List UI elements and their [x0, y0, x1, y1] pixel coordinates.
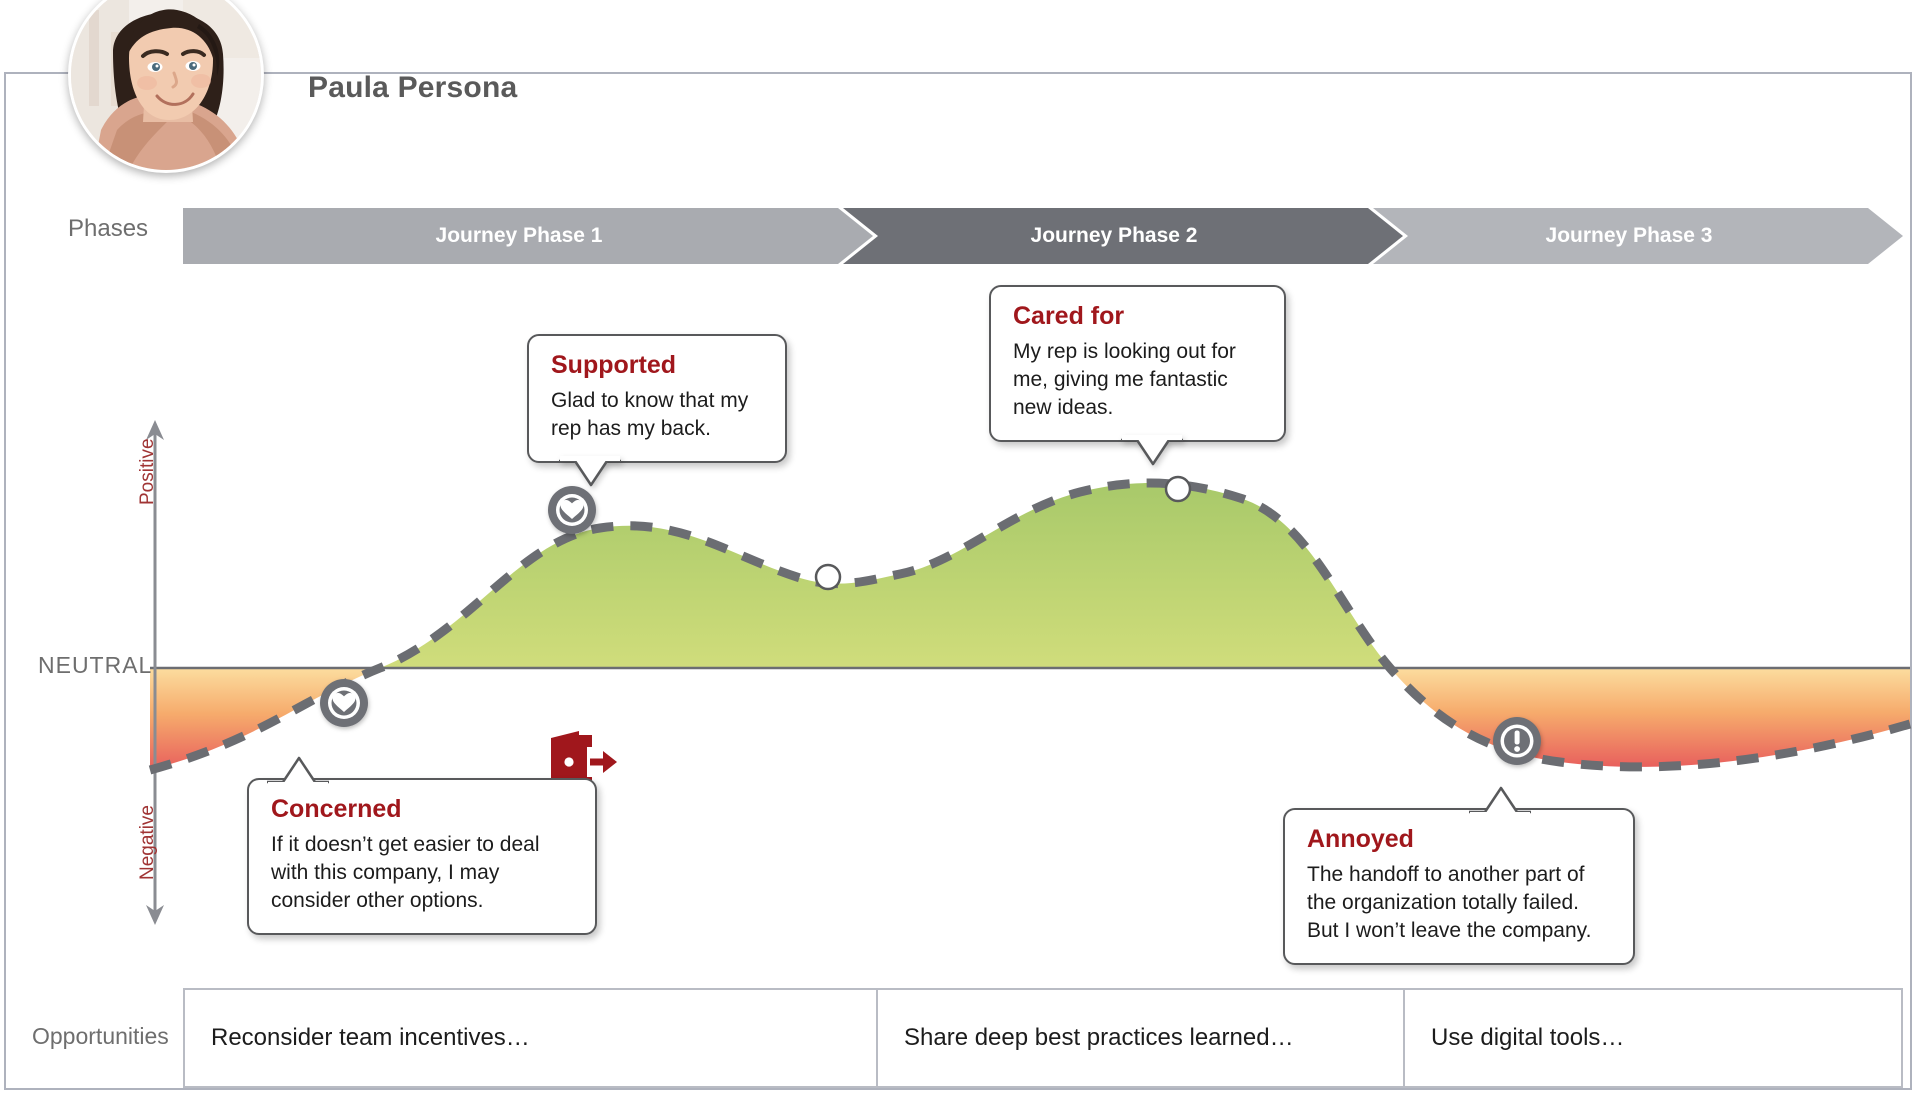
phase-label-1: Journey Phase 1	[435, 224, 603, 247]
callout-supported[interactable]: Supported Glad to know that my rep has m…	[527, 334, 787, 487]
phase-bar-1[interactable]: Journey Phase 1	[183, 208, 873, 264]
callout-cared-for[interactable]: Cared for My rep is looking out for me, …	[989, 285, 1286, 466]
opportunity-cell-3[interactable]: Use digital tools…	[1403, 990, 1903, 1086]
phase-bar-2[interactable]: Journey Phase 2	[843, 208, 1403, 264]
callout-title: Concerned	[271, 795, 402, 823]
opportunities-row: Reconsider team incentives… Share deep b…	[183, 988, 1903, 1088]
opportunity-text: Reconsider team incentives…	[211, 1024, 530, 1051]
marker-cared-for[interactable]	[1162, 473, 1194, 510]
phase-bar-3[interactable]: Journey Phase 3	[1373, 208, 1903, 264]
callout-body: Glad to know that my rep has my back.	[551, 389, 749, 441]
callout-title: Supported	[551, 351, 676, 379]
persona-name: Paula Persona	[308, 71, 518, 104]
callout-annoyed[interactable]: Annoyed The handoff to another part of t…	[1283, 786, 1635, 966]
persona-header: Paula Persona	[68, 0, 868, 173]
positive-axis-label: Positive	[137, 438, 158, 505]
callout-title: Cared for	[1013, 302, 1125, 330]
negative-axis-label: Negative	[137, 805, 158, 880]
phase-label-3: Journey Phase 3	[1545, 224, 1713, 247]
persona-photo-icon	[71, 0, 261, 170]
opportunity-text: Use digital tools…	[1431, 1024, 1625, 1051]
plain-circle-icon	[814, 563, 842, 591]
opportunity-cell-2[interactable]: Share deep best practices learned…	[876, 990, 1403, 1086]
exclamation-circle-icon	[1493, 717, 1541, 765]
opportunities-row-label: Opportunities	[32, 1023, 169, 1049]
opportunity-text: Share deep best practices learned…	[904, 1024, 1294, 1051]
callout-tail-icon	[265, 755, 329, 787]
heart-circle-icon	[548, 486, 596, 534]
callout-body: The handoff to another part of the organ…	[1307, 863, 1592, 943]
phases-row-label: Phases	[68, 215, 149, 242]
avatar	[68, 0, 264, 173]
callout-tail-icon	[557, 456, 621, 487]
phases-row: Journey Phase 1 Journey Phase 2 Journey …	[183, 208, 1903, 264]
marker-supported[interactable]	[545, 483, 599, 542]
callout-tail-icon	[1119, 435, 1183, 466]
plain-circle-icon	[1164, 475, 1192, 503]
callout-body: My rep is looking out for me, giving me …	[1013, 340, 1236, 420]
callout-tail-icon	[1467, 785, 1531, 817]
opportunity-cell-1[interactable]: Reconsider team incentives…	[183, 990, 876, 1086]
marker-annoyed[interactable]	[1490, 714, 1544, 773]
callout-concerned[interactable]: Concerned If it doesn’t get easier to de…	[247, 756, 597, 936]
marker-mid-dip[interactable]	[812, 561, 844, 598]
phase-label-2: Journey Phase 2	[1030, 224, 1198, 247]
marker-concerned[interactable]	[317, 676, 371, 735]
heart-circle-icon	[320, 679, 368, 727]
callout-title: Annoyed	[1307, 825, 1414, 853]
neutral-axis-label: NEUTRAL	[38, 652, 153, 678]
callout-body: If it doesn’t get easier to deal with th…	[271, 833, 540, 913]
